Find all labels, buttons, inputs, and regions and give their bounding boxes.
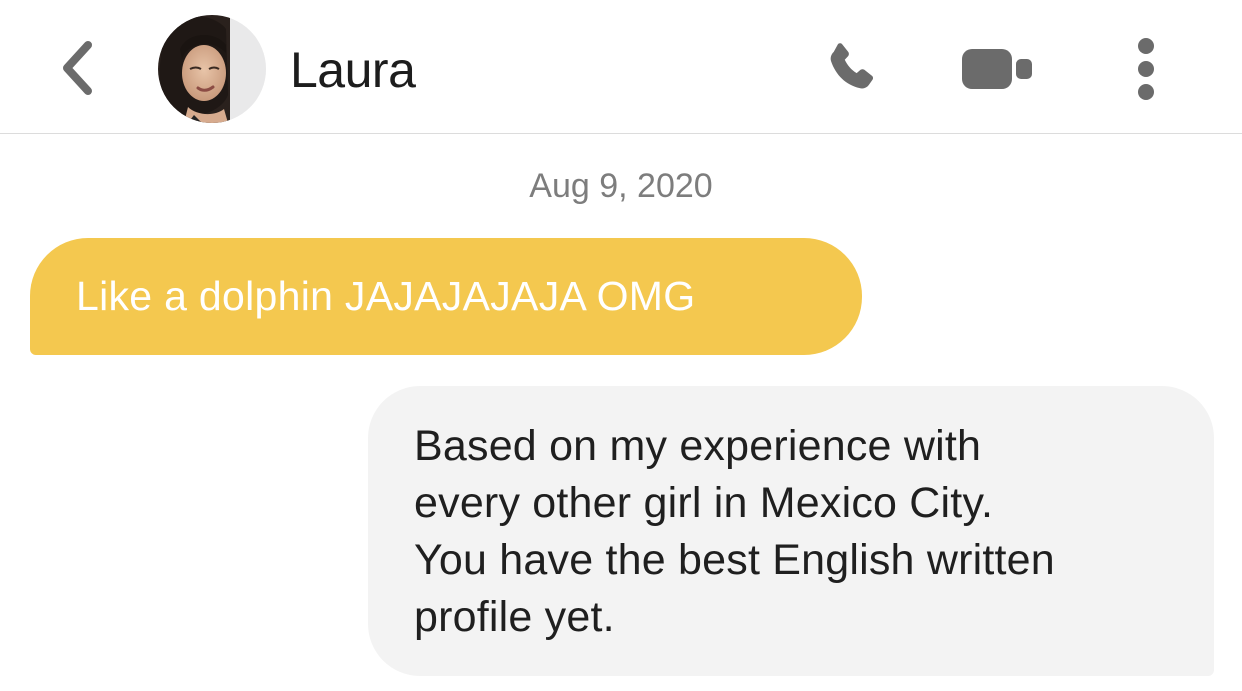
back-button[interactable] bbox=[50, 38, 106, 98]
incoming-message-bubble[interactable]: Like a dolphin JAJAJAJAJA OMG bbox=[30, 238, 862, 355]
more-options-button[interactable] bbox=[1118, 34, 1174, 104]
video-camera-icon bbox=[962, 49, 1032, 89]
avatar-photo bbox=[158, 15, 266, 123]
call-button[interactable] bbox=[815, 34, 889, 104]
chevron-left-icon bbox=[63, 41, 92, 95]
contact-name[interactable]: Laura bbox=[290, 40, 416, 100]
message-text: Based on my experience with every other … bbox=[414, 418, 1184, 646]
avatar[interactable] bbox=[158, 15, 266, 123]
message-line: You have the best English written bbox=[414, 536, 1055, 584]
conversation-date: Aug 9, 2020 bbox=[529, 167, 713, 205]
message-text: Like a dolphin JAJAJAJAJA OMG bbox=[76, 273, 696, 319]
phone-icon bbox=[830, 43, 874, 89]
chat-screen: Laura Aug 9, 2020 Like a dolphin JAJAJAJ… bbox=[0, 0, 1242, 691]
message-line: every other girl in Mexico City. bbox=[414, 479, 994, 527]
more-vertical-icon bbox=[1138, 38, 1154, 100]
outgoing-message-bubble[interactable]: Based on my experience with every other … bbox=[368, 386, 1214, 676]
message-line: Based on my experience with bbox=[414, 422, 982, 470]
message-line: profile yet. bbox=[414, 593, 615, 641]
chat-header: Laura bbox=[0, 0, 1242, 134]
video-call-button[interactable] bbox=[955, 38, 1041, 100]
